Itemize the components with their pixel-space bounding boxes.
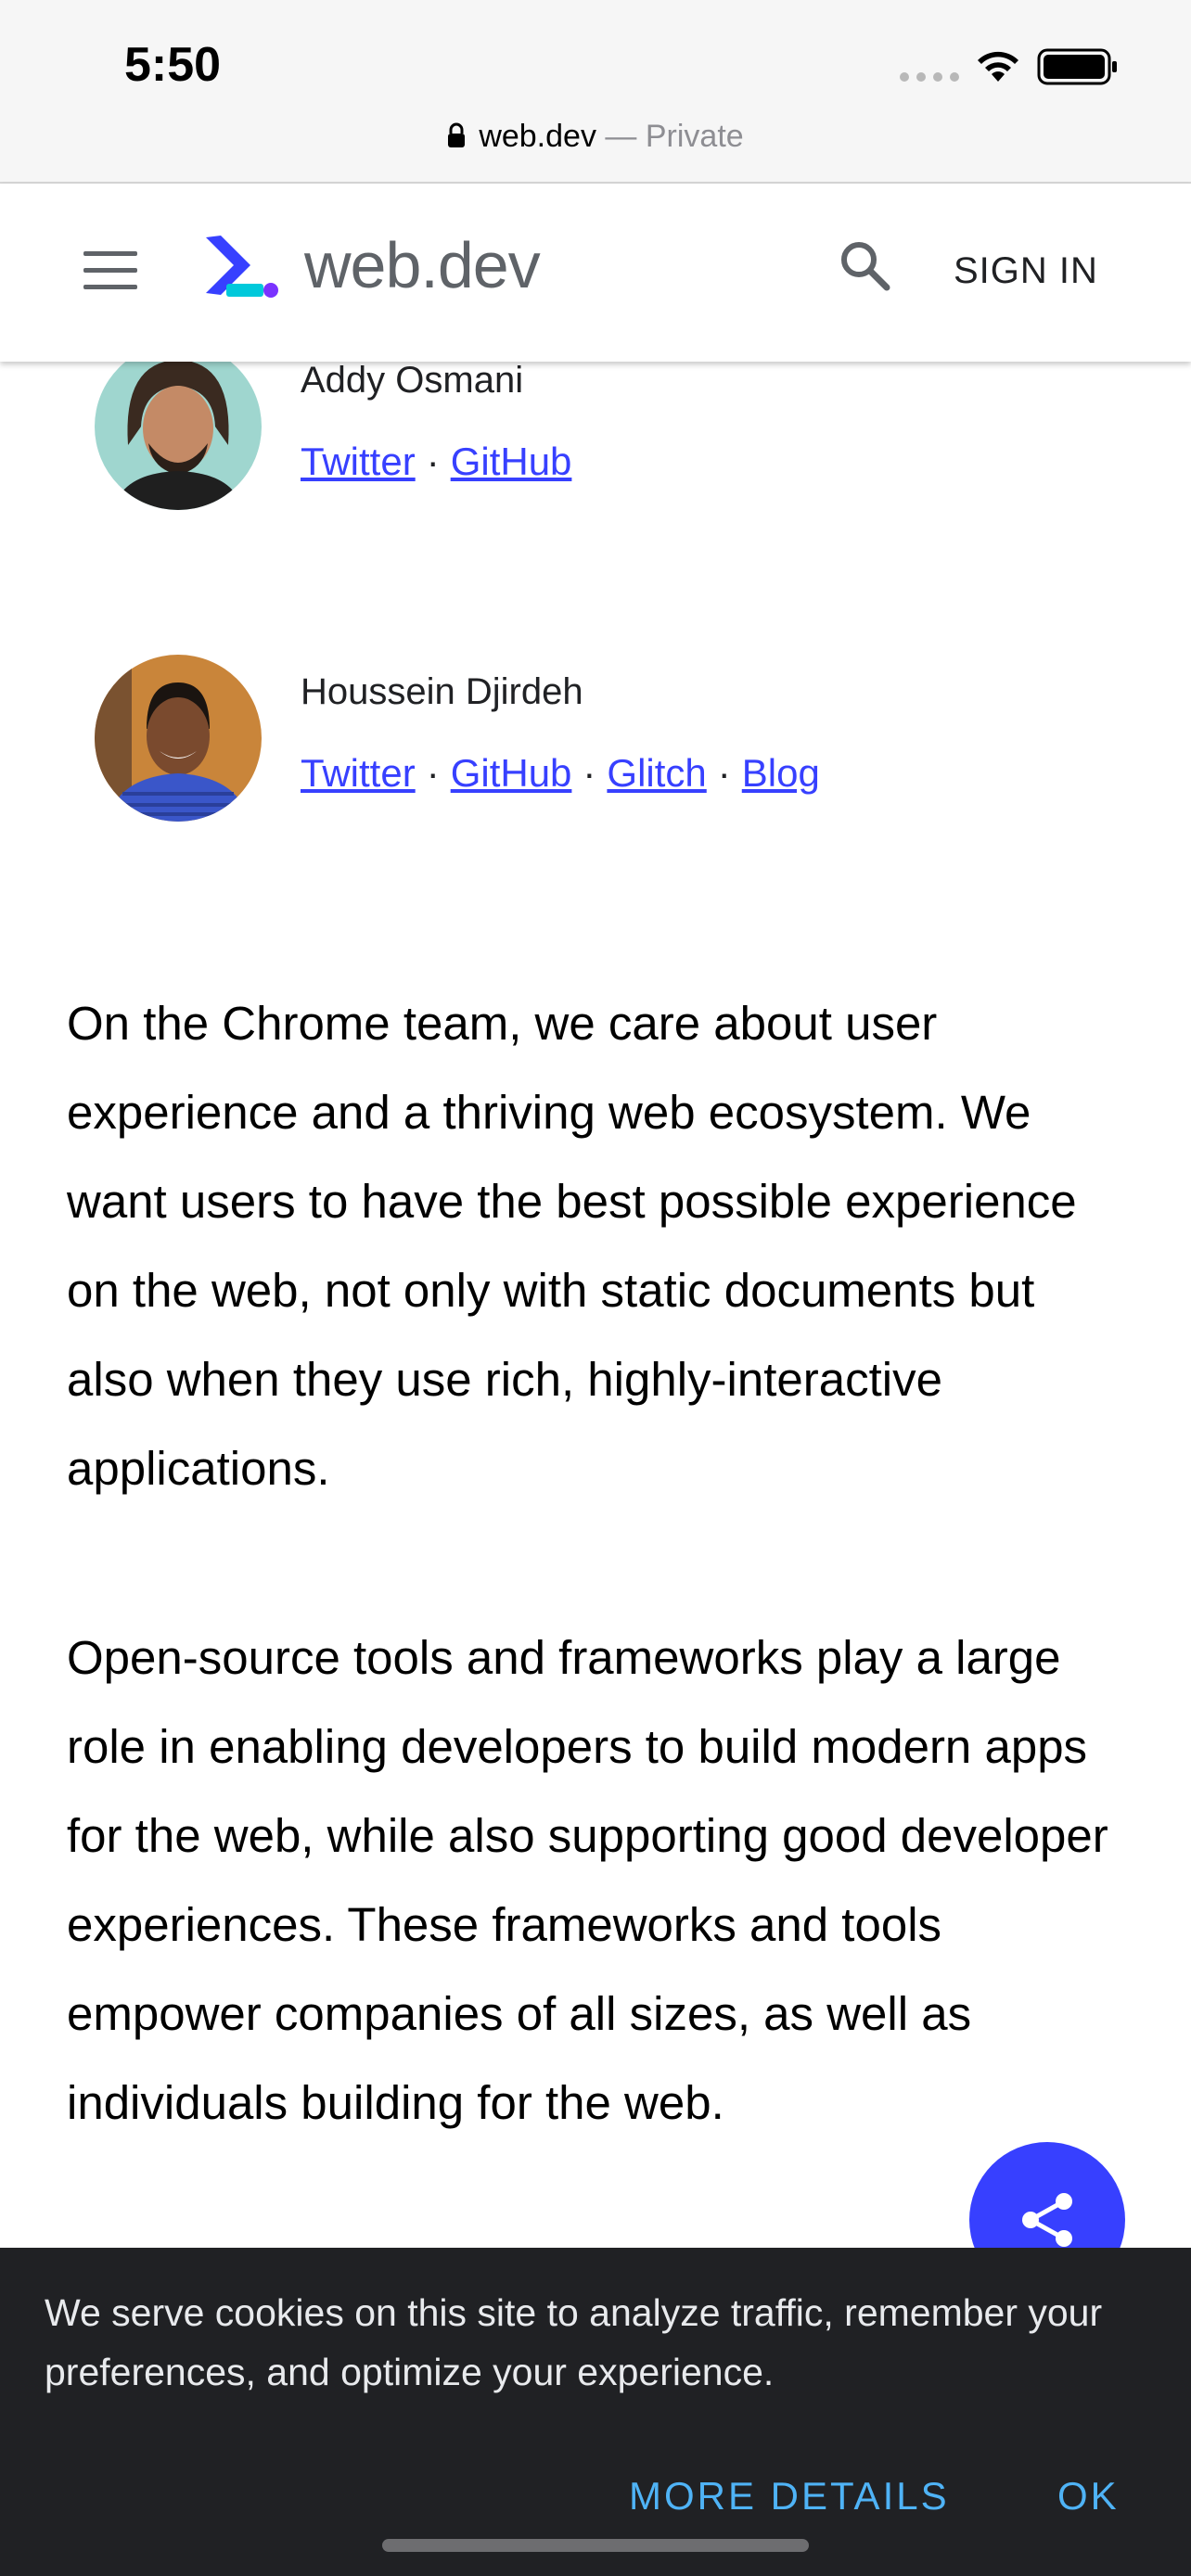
cellular-signal-icon xyxy=(900,72,959,82)
link-separator: · xyxy=(717,751,731,795)
logo-text[interactable]: web.dev xyxy=(304,228,541,302)
site-header: web.dev SIGN IN xyxy=(0,184,1191,362)
cookie-banner: We serve cookies on this site to analyze… xyxy=(0,2248,1191,2576)
author-name: Houssein Djirdeh xyxy=(301,671,583,712)
home-indicator[interactable] xyxy=(382,2539,809,2552)
twitter-link[interactable]: Twitter xyxy=(301,440,416,483)
github-link[interactable]: GitHub xyxy=(451,751,572,795)
github-link[interactable]: GitHub xyxy=(451,440,572,483)
web-dev-logo-icon[interactable] xyxy=(202,232,280,302)
glitch-link[interactable]: Glitch xyxy=(607,751,706,795)
search-icon[interactable] xyxy=(839,239,892,293)
link-separator: · xyxy=(583,751,596,795)
cookie-message: We serve cookies on this site to analyze… xyxy=(45,2291,1103,2393)
blog-link[interactable]: Blog xyxy=(742,751,820,795)
lock-icon xyxy=(448,122,466,147)
hamburger-menu-icon[interactable] xyxy=(83,251,137,294)
status-bar: 5:50 web.dev — Private xyxy=(0,0,1191,184)
battery-icon xyxy=(1037,48,1117,85)
private-mode-label: Private xyxy=(645,119,744,154)
avatar xyxy=(95,655,262,822)
article-paragraph: Open-source tools and frameworks play a … xyxy=(67,1631,1108,2129)
status-time: 5:50 xyxy=(124,38,222,92)
url-separator: — xyxy=(596,119,646,154)
share-icon xyxy=(1022,2193,1072,2247)
link-separator: · xyxy=(426,751,440,795)
twitter-link[interactable]: Twitter xyxy=(301,751,416,795)
author-links: Twitter · GitHub xyxy=(301,440,571,484)
avatar xyxy=(95,343,262,510)
ok-button[interactable]: OK xyxy=(1057,2474,1120,2519)
author-card: Addy Osmani Twitter · GitHub xyxy=(95,343,1115,519)
article-paragraph: On the Chrome team, we care about user e… xyxy=(67,997,1077,1495)
url-domain: web.dev xyxy=(479,119,596,154)
author-name: Addy Osmani xyxy=(301,360,524,401)
author-card: Houssein Djirdeh Twitter · GitHub · Glitch · B… xyxy=(95,655,1115,831)
url-bar[interactable]: web.dev — Private xyxy=(0,119,1191,155)
wifi-icon xyxy=(978,51,1018,82)
author-links: Twitter · GitHub · Glitch · Blog xyxy=(301,751,820,796)
more-details-button[interactable]: MORE DETAILS xyxy=(629,2474,950,2519)
link-separator: · xyxy=(426,440,440,483)
sign-in-button[interactable]: SIGN IN xyxy=(954,250,1098,292)
